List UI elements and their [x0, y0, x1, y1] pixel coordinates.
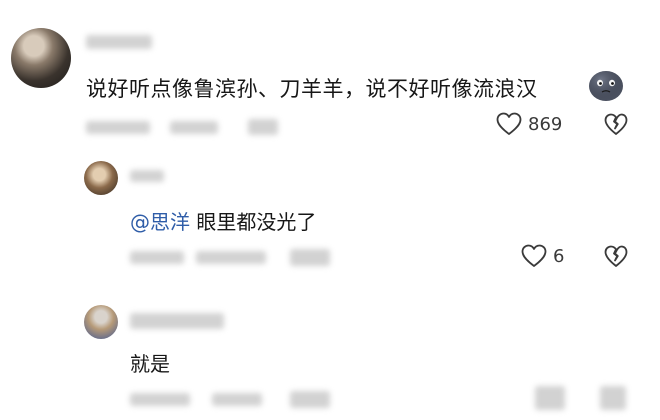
comment-1-reply-blurred[interactable] — [248, 119, 278, 135]
comment-2-username-blurred[interactable] — [130, 170, 164, 182]
comment-1-meta-blurred — [86, 121, 150, 134]
comment-3-reply-blurred[interactable] — [290, 391, 330, 408]
heart-outline-icon — [496, 112, 522, 135]
comment-1-username-blurred[interactable] — [86, 35, 152, 49]
comment-1-like-count: 869 — [528, 113, 563, 135]
broken-heart-icon — [604, 113, 628, 135]
comment-2-like-count: 6 — [553, 245, 565, 267]
comment-1-dislike-button[interactable] — [604, 113, 628, 140]
heart-outline-icon — [521, 244, 547, 267]
comment-1-text: 说好听点像鲁滨孙、刀羊羊，说不好听像流浪汉 — [86, 77, 538, 101]
comment-1-meta-blurred-2 — [170, 121, 218, 134]
comment-3-meta-blurred-2 — [212, 393, 262, 406]
comment-1-like-button[interactable]: 869 — [496, 112, 562, 136]
comment-2-dislike-button[interactable] — [604, 245, 628, 272]
dark-moon-face-emoji-icon — [589, 71, 623, 101]
comment-2-meta-blurred-2 — [196, 251, 266, 264]
comment-2-body: 眼里都没光了 — [190, 210, 317, 234]
comment-2-mention-link[interactable]: @思洋 — [130, 210, 190, 234]
comment-3-text: 就是 — [130, 352, 170, 376]
comment-2-text: @思洋 眼里都没光了 — [130, 206, 316, 235]
comment-thread: 说好听点像鲁滨孙、刀羊羊，说不好听像流浪汉 869 @思洋 眼里都没光了 6 就… — [0, 0, 660, 420]
comment-2-meta-blurred — [130, 251, 184, 264]
comment-2-reply-blurred[interactable] — [290, 249, 330, 266]
comment-3-avatar[interactable] — [84, 305, 118, 339]
comment-2-like-button[interactable]: 6 — [521, 244, 564, 268]
comment-3-dislike-blurred[interactable] — [600, 386, 626, 410]
comment-3-username-blurred[interactable] — [130, 313, 224, 329]
comment-3-like-blurred[interactable] — [535, 386, 565, 410]
comment-3-meta-blurred — [130, 393, 190, 406]
comment-1-avatar[interactable] — [11, 28, 71, 88]
comment-2-avatar[interactable] — [84, 161, 118, 195]
broken-heart-icon — [604, 245, 628, 267]
